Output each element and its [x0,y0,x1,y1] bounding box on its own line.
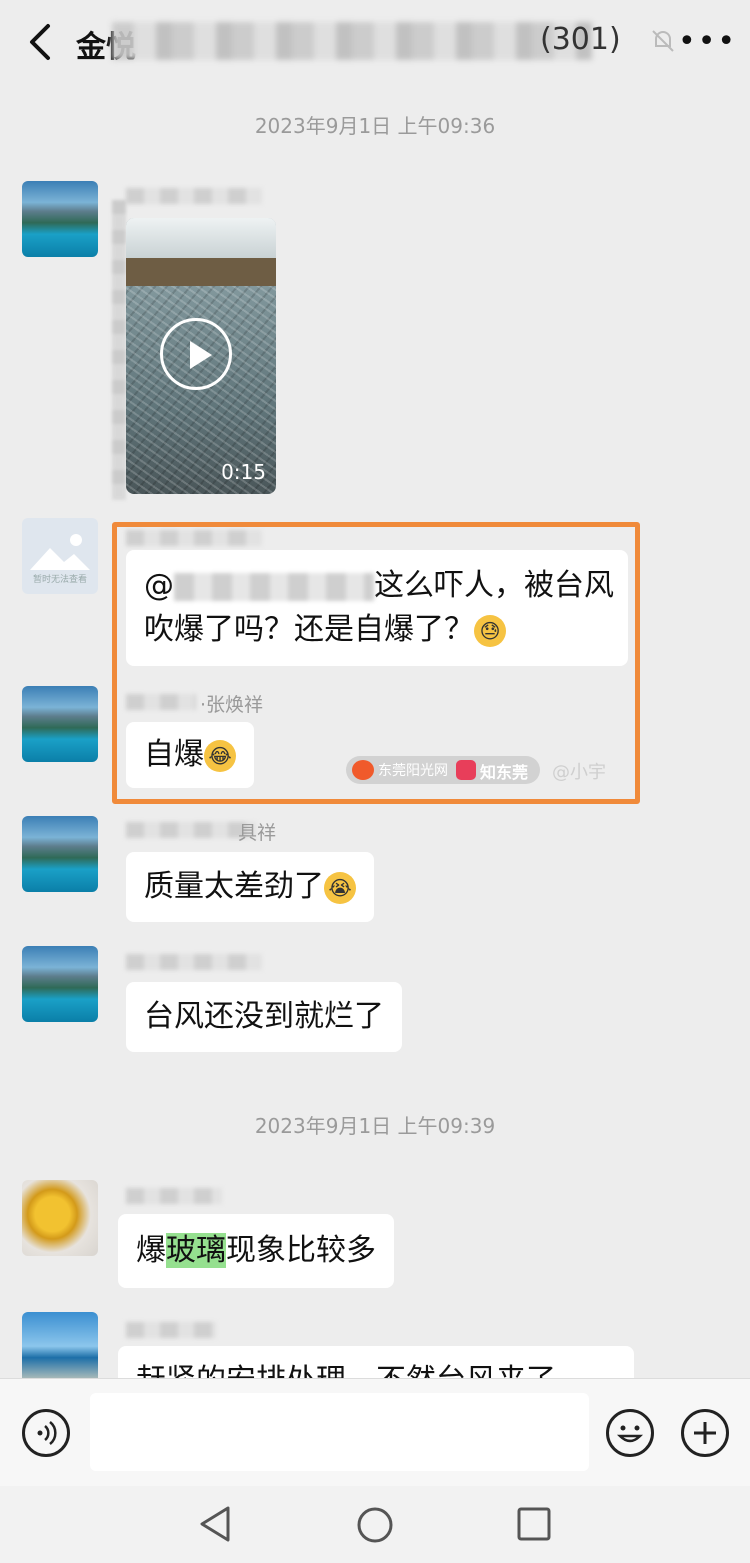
video-duration: 0:15 [221,460,266,484]
recents-square-icon[interactable] [516,1506,552,1542]
back-triangle-icon[interactable] [198,1504,234,1544]
watermark-site2: 知东莞 [480,763,529,782]
system-nav-bar [0,1486,750,1563]
eye-logo-icon [456,760,476,780]
sunshine-logo-icon [352,760,374,780]
avatar[interactable] [22,946,98,1022]
message-text: 现象比较多 [226,1233,376,1268]
member-count: (301) [540,22,621,57]
message-text: 台风还没到就烂了 [144,999,384,1034]
video-message[interactable]: 0:15 [126,218,276,494]
avatar[interactable]: 暂时无法查看 [22,518,98,594]
message-bubble[interactable]: 台风还没到就烂了 [126,982,402,1052]
sender-name-mosaic [126,954,262,970]
message-bubble[interactable]: 质量太差劲了 😭 [126,852,374,922]
sender-name-mosaic [126,1322,216,1338]
play-icon[interactable] [160,318,232,390]
home-circle-icon[interactable] [356,1506,394,1544]
message-bubble[interactable]: 爆玻璃现象比较多 [118,1214,394,1288]
watermark-badge: 东莞阳光网 知东莞 [346,756,540,784]
video-thumbnail-fence [126,258,276,286]
plus-icon[interactable] [681,1409,729,1457]
avatar[interactable] [22,1180,98,1256]
watermark-site1: 东莞阳光网 [378,763,448,779]
chat-header: 金悦 (301) ••• [0,0,750,86]
sender-name: 具祥 [238,822,277,844]
chat-title-mosaic [112,22,592,60]
avatar[interactable] [22,1312,98,1388]
mute-bell-icon [652,30,674,52]
more-options-icon[interactable]: ••• [678,24,737,59]
sender-name-mosaic [126,1188,222,1204]
timestamp: 2023年9月1日 上午09:39 [254,1114,496,1138]
back-arrow-icon[interactable] [22,20,62,64]
crying-emoji-icon: 😭 [324,871,356,904]
watermark-user: @小宇 [552,762,606,783]
sender-name-mosaic [126,188,262,204]
video-thumbnail-sky [126,218,276,258]
avatar[interactable] [22,816,98,892]
message-text: 爆 [136,1233,166,1268]
timestamp: 2023年9月1日 上午09:36 [254,114,496,138]
avatar[interactable] [22,181,98,257]
sender-name-mosaic [126,822,256,838]
avatar[interactable] [22,686,98,762]
mosaic-strip [112,200,126,500]
message-input[interactable] [90,1393,589,1471]
message-text: 质量太差劲了 [144,869,324,904]
voice-icon[interactable] [22,1409,70,1457]
smiley-icon[interactable] [606,1409,654,1457]
input-bar [0,1378,750,1487]
search-highlight: 玻璃 [166,1233,226,1268]
avatar-placeholder-text: 暂时无法查看 [32,575,87,585]
